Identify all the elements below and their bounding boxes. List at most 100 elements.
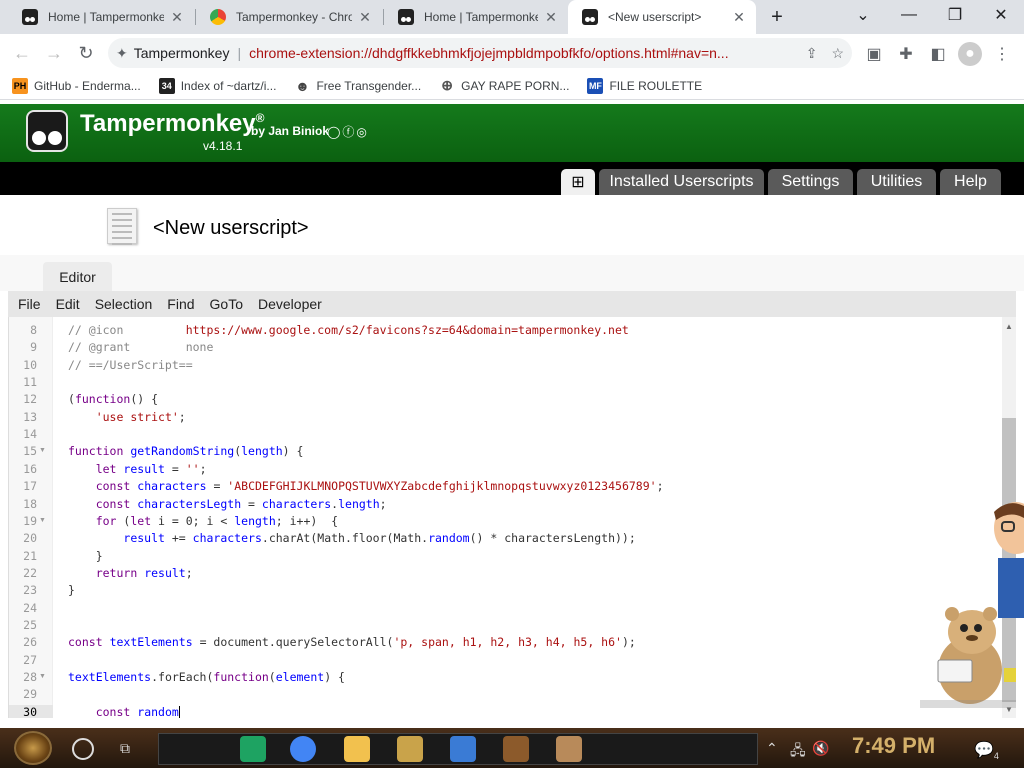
browser-tab[interactable]: Home | Tampermonkey ✕: [384, 0, 568, 34]
menu-goto[interactable]: GoTo: [200, 296, 248, 312]
bookmark-item[interactable]: 34 Index of ~dartz/i...: [158, 77, 276, 94]
tampermonkey-icon: [582, 9, 598, 25]
new-script-tab[interactable]: ⊞: [561, 169, 595, 195]
code-line[interactable]: // ==/UserScript==: [68, 358, 193, 372]
browser-tab-active[interactable]: <New userscript> ✕: [568, 0, 756, 34]
taskbar-clock[interactable]: 7:49 PM: [852, 733, 935, 759]
bookmark-item[interactable]: ⊕ GAY RAPE PORN...: [439, 77, 569, 94]
close-tab-icon[interactable]: ✕: [356, 9, 374, 26]
back-button[interactable]: ←: [6, 37, 38, 69]
network-icon[interactable]: 🖧: [790, 740, 806, 764]
code-line[interactable]: const charactersLegth = characters.lengt…: [68, 497, 387, 511]
fold-arrow-icon[interactable]: ▼: [39, 517, 46, 524]
code-editor[interactable]: 8 9 10 11 12 13 14 15 ▼ 16 17 18 19 ▼ 20 21 22 23 24 25 26 27…: [8, 317, 1002, 718]
code-line[interactable]: const random: [68, 705, 179, 718]
fold-arrow-icon[interactable]: ▼: [39, 673, 46, 680]
menu-developer[interactable]: Developer: [248, 296, 327, 312]
line-number: 17: [23, 479, 37, 494]
line-number: 8: [30, 323, 37, 337]
line-number: 12: [23, 392, 37, 407]
line-number: 10: [23, 357, 37, 372]
tab-utilities[interactable]: Utilities: [857, 169, 936, 195]
close-window-button[interactable]: ✕: [978, 0, 1024, 30]
tab-installed-userscripts[interactable]: Installed Userscripts: [599, 169, 764, 195]
tray-expand-icon[interactable]: ⌃: [766, 740, 778, 757]
tab-help[interactable]: Help: [940, 169, 1001, 195]
line-number: 18: [23, 496, 37, 511]
extensions-puzzle-icon[interactable]: ✚: [894, 42, 918, 66]
profile-avatar-icon[interactable]: ●: [958, 42, 982, 66]
share-icon[interactable]: ⇪: [806, 45, 818, 62]
close-tab-icon[interactable]: ✕: [542, 9, 560, 26]
blue-app-icon[interactable]: [450, 736, 476, 762]
line-number: 21: [23, 548, 37, 563]
bookmark-item[interactable]: MF FILE ROULETTE: [587, 77, 702, 94]
browser-tab[interactable]: Home | Tampermonkey ✕: [8, 0, 194, 34]
reload-button[interactable]: ↻: [70, 37, 102, 69]
code-line[interactable]: // @icon https://www.google.com/s2/favic…: [68, 323, 629, 337]
menu-find[interactable]: Find: [157, 296, 199, 312]
code-line[interactable]: for (let i = 0; i < length; i++) {: [68, 514, 338, 528]
code-line[interactable]: // @grant none: [68, 340, 213, 354]
game-app-icon[interactable]: [397, 736, 423, 762]
code-line[interactable]: const textElements = document.querySelec…: [68, 635, 636, 649]
search-circle-icon[interactable]: [72, 738, 94, 760]
bookmark-item[interactable]: PH GitHub - Enderma...: [12, 77, 141, 94]
notification-center-icon[interactable]: 💬4: [974, 740, 999, 761]
sheets-icon[interactable]: [240, 736, 266, 762]
menu-edit[interactable]: Edit: [46, 296, 85, 312]
social-links-icons[interactable]: ◯ⓕ◎: [327, 123, 369, 140]
code-line[interactable]: return result;: [68, 566, 193, 580]
new-tab-button[interactable]: +: [760, 2, 794, 32]
menu-selection[interactable]: Selection: [85, 296, 158, 312]
code-line[interactable]: const characters = 'ABCDEFGHIJKLMNOPQSTU…: [68, 479, 664, 493]
close-tab-icon[interactable]: ✕: [168, 9, 186, 26]
line-number: 24: [23, 600, 37, 615]
start-button-icon[interactable]: [14, 731, 52, 765]
menu-file[interactable]: File: [8, 296, 46, 312]
address-bar[interactable]: ✦ Tampermonkey | chrome-extension://dhdg…: [108, 38, 852, 68]
extension-icon[interactable]: ▣: [862, 42, 886, 66]
line-number: 29: [23, 687, 37, 702]
code-line[interactable]: function getRandomString(length) {: [68, 444, 303, 458]
line-number: 14: [23, 427, 37, 442]
volume-icon[interactable]: 🔇: [812, 740, 829, 757]
browser-tab[interactable]: Tampermonkey - Chrome ✕: [196, 0, 382, 34]
url-text[interactable]: chrome-extension://dhdgffkkebhmkfjojejmp…: [249, 45, 796, 61]
minimize-button[interactable]: —: [886, 0, 932, 30]
forward-button[interactable]: →: [38, 37, 70, 69]
code-line[interactable]: let result = '';: [68, 462, 207, 476]
line-number: 26: [23, 635, 37, 650]
address-separator: |: [237, 45, 242, 61]
line-number: 11: [23, 375, 37, 390]
fold-arrow-icon[interactable]: ▼: [39, 447, 46, 454]
code-line[interactable]: 'use strict';: [68, 410, 186, 424]
tab-search-button[interactable]: ⌄: [840, 0, 886, 30]
bookmark-item[interactable]: ☻ Free Transgender...: [294, 78, 421, 94]
animated-man-character: [994, 502, 1024, 618]
tab-settings[interactable]: Settings: [768, 169, 853, 195]
extension-name: Tampermonkey: [133, 45, 230, 61]
scroll-up-icon[interactable]: ▲: [1002, 319, 1016, 333]
close-tab-icon[interactable]: ✕: [730, 9, 748, 26]
restore-button[interactable]: ❐: [932, 0, 978, 30]
line-number: 19: [23, 513, 37, 528]
file-explorer-icon[interactable]: [344, 736, 370, 762]
line-number: 27: [23, 652, 37, 667]
code-line[interactable]: }: [68, 583, 75, 597]
task-view-icon[interactable]: ⧉: [120, 740, 140, 756]
tampermonkey-icon: [398, 9, 414, 25]
code-line[interactable]: }: [68, 549, 103, 563]
code-line[interactable]: textElements.forEach(function(element) {: [68, 670, 345, 684]
app-name: Tampermonkey®: [80, 110, 265, 137]
globe-icon: ⊕: [441, 77, 454, 93]
bookmark-star-icon[interactable]: ☆: [831, 45, 844, 62]
chrome-icon[interactable]: [290, 736, 316, 762]
monkey-app-icon[interactable]: [503, 736, 529, 762]
figure-app-icon[interactable]: [556, 736, 582, 762]
code-line[interactable]: result += characters.charAt(Math.floor(M…: [68, 531, 635, 545]
tab-editor[interactable]: Editor: [43, 262, 112, 291]
chrome-menu-icon[interactable]: ⋮: [990, 42, 1014, 66]
code-line[interactable]: (function() {: [68, 392, 158, 406]
side-panel-icon[interactable]: ◧: [926, 42, 950, 66]
